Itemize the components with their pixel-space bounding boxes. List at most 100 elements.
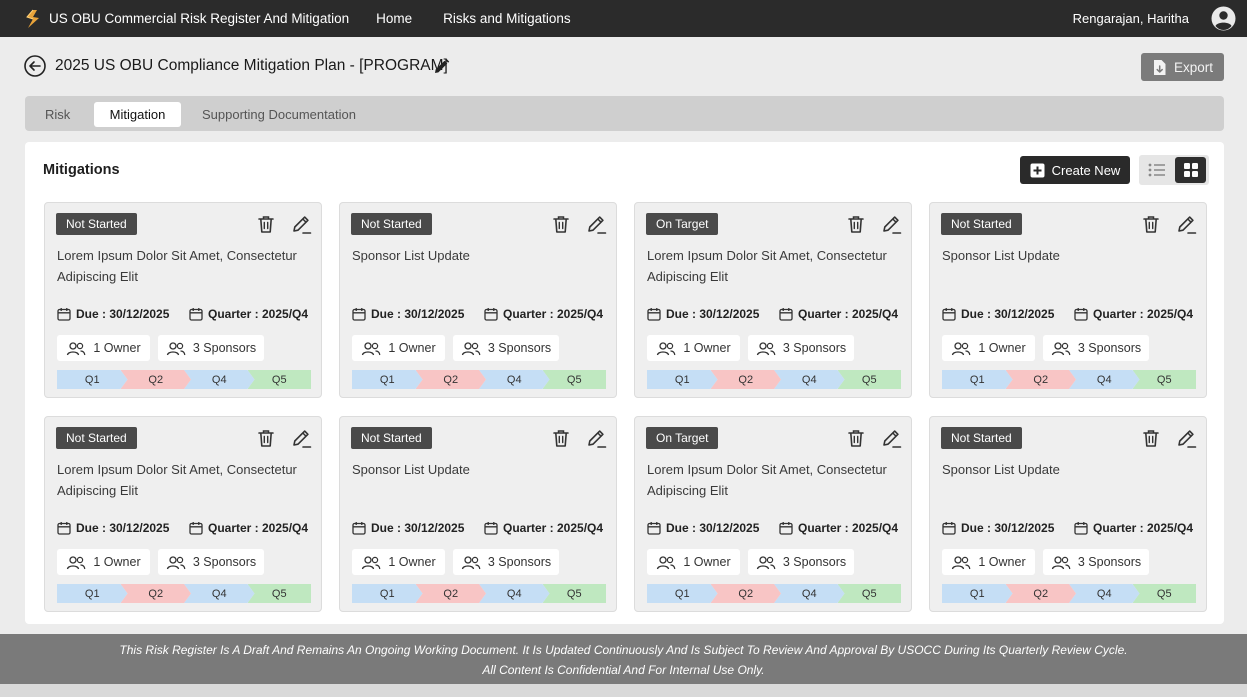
list-view-icon[interactable] bbox=[1142, 157, 1172, 183]
trash-icon[interactable] bbox=[551, 214, 571, 234]
app-logo-icon[interactable] bbox=[23, 9, 43, 29]
sponsor-chip[interactable]: 3 Sponsors bbox=[1043, 549, 1149, 575]
top-bar: US OBU Commercial Risk Register And Miti… bbox=[0, 0, 1247, 37]
people-icon bbox=[166, 341, 186, 355]
owner-chip[interactable]: 1 Owner bbox=[57, 335, 150, 361]
edit-pencil-icon[interactable] bbox=[1176, 428, 1197, 449]
mitigation-card[interactable]: Not Started Lorem Ipsum Dolor Sit Amet, … bbox=[44, 416, 322, 612]
quarter: Quarter : 2025/Q4 bbox=[1074, 521, 1193, 535]
people-icon bbox=[1051, 341, 1071, 355]
calendar-icon bbox=[189, 308, 203, 321]
people-icon bbox=[657, 341, 676, 355]
quarter-timeline: Q1 Q2 Q4 Q5 bbox=[647, 584, 901, 603]
owner-chip[interactable]: 1 Owner bbox=[942, 335, 1035, 361]
edit-title-pencil-icon[interactable] bbox=[433, 58, 450, 75]
card-title: Lorem Ipsum Dolor Sit Amet, Consectetur … bbox=[647, 248, 887, 284]
nav-home[interactable]: Home bbox=[376, 11, 412, 26]
card-title: Sponsor List Update bbox=[352, 462, 470, 477]
mitigation-card[interactable]: On Target Lorem Ipsum Dolor Sit Amet, Co… bbox=[634, 416, 912, 612]
app-title[interactable]: US OBU Commercial Risk Register And Miti… bbox=[49, 11, 349, 26]
calendar-icon bbox=[484, 522, 498, 535]
mitigation-card[interactable]: Not Started Sponsor List Update Due : 30… bbox=[339, 416, 617, 612]
quarter-segment-q4: Q4 bbox=[774, 584, 845, 603]
owner-chip[interactable]: 1 Owner bbox=[647, 335, 740, 361]
tab-supporting-documentation[interactable]: Supporting Documentation bbox=[202, 102, 356, 127]
trash-icon[interactable] bbox=[256, 214, 276, 234]
due-text: Due : 30/12/2025 bbox=[961, 307, 1055, 321]
footer-disclaimer: This Risk Register Is A Draft And Remain… bbox=[0, 634, 1247, 684]
quarter-segment-q2: Q2 bbox=[711, 370, 782, 389]
trash-icon[interactable] bbox=[846, 214, 866, 234]
trash-icon[interactable] bbox=[256, 428, 276, 448]
sponsor-chip[interactable]: 3 Sponsors bbox=[453, 549, 559, 575]
due-date: Due : 30/12/2025 bbox=[647, 307, 759, 321]
sponsor-count: 3 Sponsors bbox=[192, 555, 257, 569]
tab-risk[interactable]: Risk bbox=[45, 102, 70, 127]
sponsor-chip[interactable]: 3 Sponsors bbox=[748, 335, 854, 361]
calendar-icon bbox=[484, 308, 498, 321]
edit-pencil-icon[interactable] bbox=[881, 428, 902, 449]
edit-pencil-icon[interactable] bbox=[586, 428, 607, 449]
edit-pencil-icon[interactable] bbox=[881, 214, 902, 235]
grid-view-icon[interactable] bbox=[1175, 157, 1206, 183]
mitigation-card[interactable]: Not Started Sponsor List Update Due : 30… bbox=[339, 202, 617, 398]
mitigation-card[interactable]: Not Started Sponsor List Update Due : 30… bbox=[929, 202, 1207, 398]
quarter-segment-q2: Q2 bbox=[416, 370, 487, 389]
owner-count: 1 Owner bbox=[978, 341, 1026, 355]
user-avatar-icon[interactable] bbox=[1211, 6, 1236, 31]
quarter-segment-q4: Q4 bbox=[1069, 370, 1140, 389]
people-icon bbox=[67, 341, 86, 355]
trash-icon[interactable] bbox=[1141, 428, 1161, 448]
owner-chip[interactable]: 1 Owner bbox=[57, 549, 150, 575]
quarter: Quarter : 2025/Q4 bbox=[189, 307, 308, 321]
status-badge: Not Started bbox=[56, 213, 137, 235]
nav-risks-and-mitigations[interactable]: Risks and Mitigations bbox=[443, 11, 571, 26]
sponsor-count: 3 Sponsors bbox=[192, 341, 257, 355]
calendar-icon bbox=[352, 522, 366, 535]
trash-icon[interactable] bbox=[551, 428, 571, 448]
owner-chip[interactable]: 1 Owner bbox=[647, 549, 740, 575]
page-title: 2025 US OBU Compliance Mitigation Plan -… bbox=[55, 57, 448, 74]
due-text: Due : 30/12/2025 bbox=[371, 307, 465, 321]
create-new-button[interactable]: Create New bbox=[1020, 156, 1130, 184]
quarter-segment-q2: Q2 bbox=[1006, 370, 1077, 389]
quarter-text: Quarter : 2025/Q4 bbox=[798, 307, 899, 321]
quarter: Quarter : 2025/Q4 bbox=[484, 307, 603, 321]
export-button[interactable]: Export bbox=[1141, 53, 1224, 81]
tab-mitigation[interactable]: Mitigation bbox=[94, 102, 181, 127]
quarter-text: Quarter : 2025/Q4 bbox=[503, 521, 604, 535]
sponsor-chip[interactable]: 3 Sponsors bbox=[158, 335, 264, 361]
sponsor-chip[interactable]: 3 Sponsors bbox=[748, 549, 854, 575]
owner-count: 1 Owner bbox=[388, 555, 436, 569]
quarter-timeline: Q1 Q2 Q4 Q5 bbox=[352, 370, 606, 389]
due-text: Due : 30/12/2025 bbox=[76, 521, 170, 535]
edit-pencil-icon[interactable] bbox=[291, 428, 312, 449]
trash-icon[interactable] bbox=[846, 428, 866, 448]
mitigation-card[interactable]: Not Started Sponsor List Update Due : 30… bbox=[929, 416, 1207, 612]
sponsor-chip[interactable]: 3 Sponsors bbox=[158, 549, 264, 575]
footer-line-2: All Content Is Confidential And For Inte… bbox=[482, 663, 765, 677]
sponsor-chip[interactable]: 3 Sponsors bbox=[453, 335, 559, 361]
user-name[interactable]: Rengarajan, Haritha bbox=[1073, 0, 1189, 37]
calendar-icon bbox=[942, 522, 956, 535]
mitigation-card[interactable]: Not Started Lorem Ipsum Dolor Sit Amet, … bbox=[44, 202, 322, 398]
quarter-text: Quarter : 2025/Q4 bbox=[798, 521, 899, 535]
sponsor-chip[interactable]: 3 Sponsors bbox=[1043, 335, 1149, 361]
calendar-icon bbox=[57, 522, 71, 535]
owner-chip[interactable]: 1 Owner bbox=[352, 549, 445, 575]
people-icon bbox=[756, 341, 776, 355]
quarter-segment-q4: Q4 bbox=[184, 370, 255, 389]
card-title: Sponsor List Update bbox=[352, 248, 470, 263]
due-date: Due : 30/12/2025 bbox=[57, 521, 169, 535]
mitigation-card[interactable]: On Target Lorem Ipsum Dolor Sit Amet, Co… bbox=[634, 202, 912, 398]
back-button[interactable] bbox=[24, 55, 46, 77]
status-badge: Not Started bbox=[56, 427, 137, 449]
edit-pencil-icon[interactable] bbox=[1176, 214, 1197, 235]
trash-icon[interactable] bbox=[1141, 214, 1161, 234]
owner-chip[interactable]: 1 Owner bbox=[942, 549, 1035, 575]
people-icon bbox=[362, 341, 381, 355]
owner-chip[interactable]: 1 Owner bbox=[352, 335, 445, 361]
quarter-timeline: Q1 Q2 Q4 Q5 bbox=[57, 584, 311, 603]
edit-pencil-icon[interactable] bbox=[291, 214, 312, 235]
edit-pencil-icon[interactable] bbox=[586, 214, 607, 235]
